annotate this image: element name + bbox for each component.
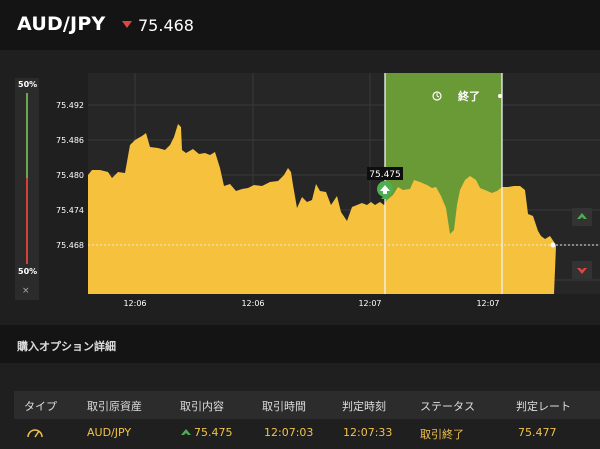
call-button[interactable] bbox=[572, 208, 592, 226]
row-trade-time: 12:07:03 bbox=[264, 426, 314, 439]
y-tick-label: 75.468 bbox=[56, 241, 84, 250]
y-tick-label: 75.474 bbox=[56, 206, 84, 215]
y-tick-label: 75.492 bbox=[56, 101, 84, 110]
row-judge-time: 12:07:33 bbox=[343, 426, 393, 439]
x-tick-label: 12:07 bbox=[358, 299, 381, 308]
row-judge-rate: 75.477 bbox=[518, 426, 557, 439]
expiry-label: 終了 bbox=[458, 89, 480, 103]
col-asset: 取引原資産 bbox=[87, 400, 142, 413]
col-trade: 取引内容 bbox=[180, 400, 224, 413]
down-arrow-icon bbox=[577, 268, 587, 274]
col-status: ステータス bbox=[420, 400, 475, 413]
entry-rate-label: 75.475 bbox=[369, 170, 401, 180]
row-asset: AUD/JPY bbox=[87, 426, 132, 439]
y-tick-label: 75.480 bbox=[56, 171, 84, 180]
x-tick-label: 12:06 bbox=[123, 299, 146, 308]
col-trade-time: 取引時間 bbox=[262, 400, 306, 413]
col-type: タイプ bbox=[24, 400, 57, 413]
price-chart: 75.475 終了 75.492 75.486 75.480 75.474 75.468… bbox=[56, 73, 600, 308]
col-judge-time: 判定時刻 bbox=[342, 400, 386, 413]
row-status: 取引終了 bbox=[420, 428, 464, 441]
x-tick-label: 12:07 bbox=[476, 299, 499, 308]
x-tick-label: 12:06 bbox=[241, 299, 264, 308]
row-trade-rate: 75.475 bbox=[194, 426, 233, 439]
details-title: 購入オプション詳細 bbox=[17, 340, 116, 353]
up-arrow-icon bbox=[577, 213, 587, 219]
gauge-icon bbox=[27, 429, 43, 438]
y-tick-label: 75.486 bbox=[56, 136, 84, 145]
col-judge-rate: 判定レート bbox=[516, 400, 571, 413]
current-point bbox=[550, 242, 556, 248]
expiry-dot bbox=[498, 94, 502, 98]
put-button[interactable] bbox=[572, 261, 592, 279]
trade-up-icon bbox=[181, 429, 191, 435]
